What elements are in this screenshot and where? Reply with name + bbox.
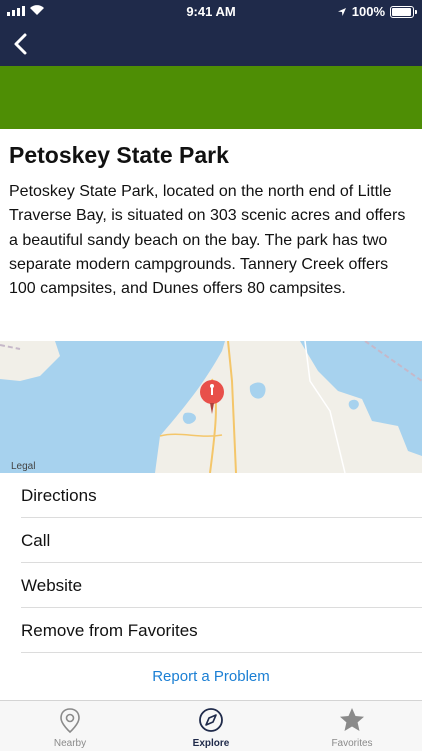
navigation-bar (0, 22, 422, 66)
location-pin-icon (60, 708, 80, 734)
location-arrow-icon (337, 7, 346, 16)
call-row[interactable]: Call (0, 518, 422, 563)
map-pin-icon[interactable] (199, 378, 225, 418)
battery-percent: 100% (351, 4, 385, 19)
park-description: Petoskey State Park, located on the nort… (9, 183, 406, 298)
tab-favorites[interactable]: Favorites (282, 701, 422, 751)
directions-row[interactable]: Directions (0, 473, 422, 518)
tab-nearby[interactable]: Nearby (0, 701, 140, 751)
tab-explore[interactable]: Explore (141, 701, 281, 751)
tab-favorites-label: Favorites (331, 738, 373, 749)
park-title: Petoskey State Park (9, 142, 229, 168)
battery-icon (390, 5, 417, 18)
park-header-banner (0, 66, 422, 129)
tab-bar: Nearby Explore Favorites (0, 700, 422, 751)
remove-favorites-row[interactable]: Remove from Favorites (0, 608, 422, 653)
park-map[interactable] (0, 341, 422, 473)
website-row[interactable]: Website (0, 563, 422, 608)
back-chevron-icon[interactable] (8, 30, 36, 58)
tab-explore-label: Explore (192, 738, 230, 749)
status-bar: 9:41 AM 100% (0, 0, 422, 22)
star-icon (340, 708, 364, 731)
tab-nearby-label: Nearby (53, 738, 87, 749)
report-problem-link[interactable]: Report a Problem (0, 668, 422, 685)
compass-icon (199, 708, 223, 732)
action-list: Directions Call Website Remove from Favo… (0, 473, 422, 653)
map-legal-link[interactable]: Legal (11, 461, 35, 472)
